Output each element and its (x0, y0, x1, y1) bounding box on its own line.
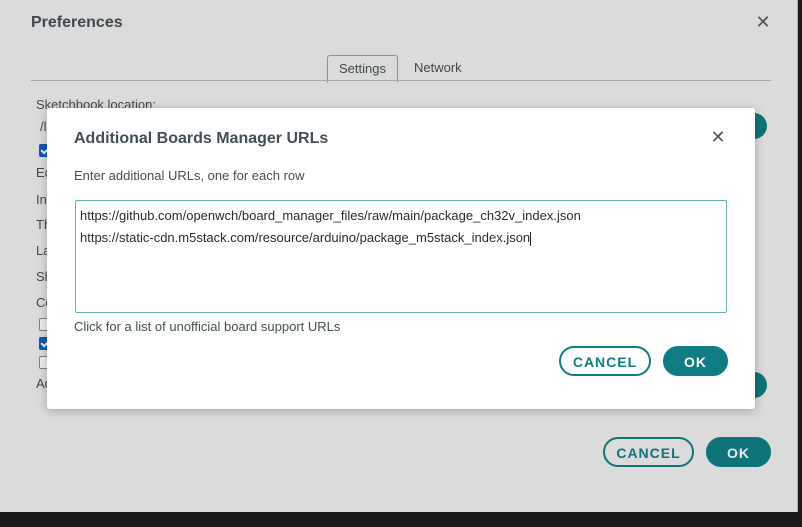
url-row: https://static-cdn.m5stack.com/resource/… (80, 227, 722, 249)
dialog-ok-button[interactable]: OK (663, 346, 728, 376)
text-cursor (530, 231, 532, 246)
additional-urls-dialog: Additional Boards Manager URLs ✕ Enter a… (47, 108, 755, 409)
dialog-title: Additional Boards Manager URLs (74, 130, 329, 147)
unofficial-urls-link[interactable]: Click for a list of unofficial board sup… (74, 319, 340, 334)
url-row: https://github.com/openwch/board_manager… (80, 208, 581, 223)
dialog-cancel-button[interactable]: CANCEL (559, 346, 651, 376)
url-row-text: https://static-cdn.m5stack.com/resource/… (80, 230, 531, 245)
urls-textarea[interactable]: https://github.com/openwch/board_manager… (75, 200, 727, 313)
close-icon[interactable]: ✕ (709, 128, 727, 146)
dialog-description: Enter additional URLs, one for each row (74, 168, 305, 183)
